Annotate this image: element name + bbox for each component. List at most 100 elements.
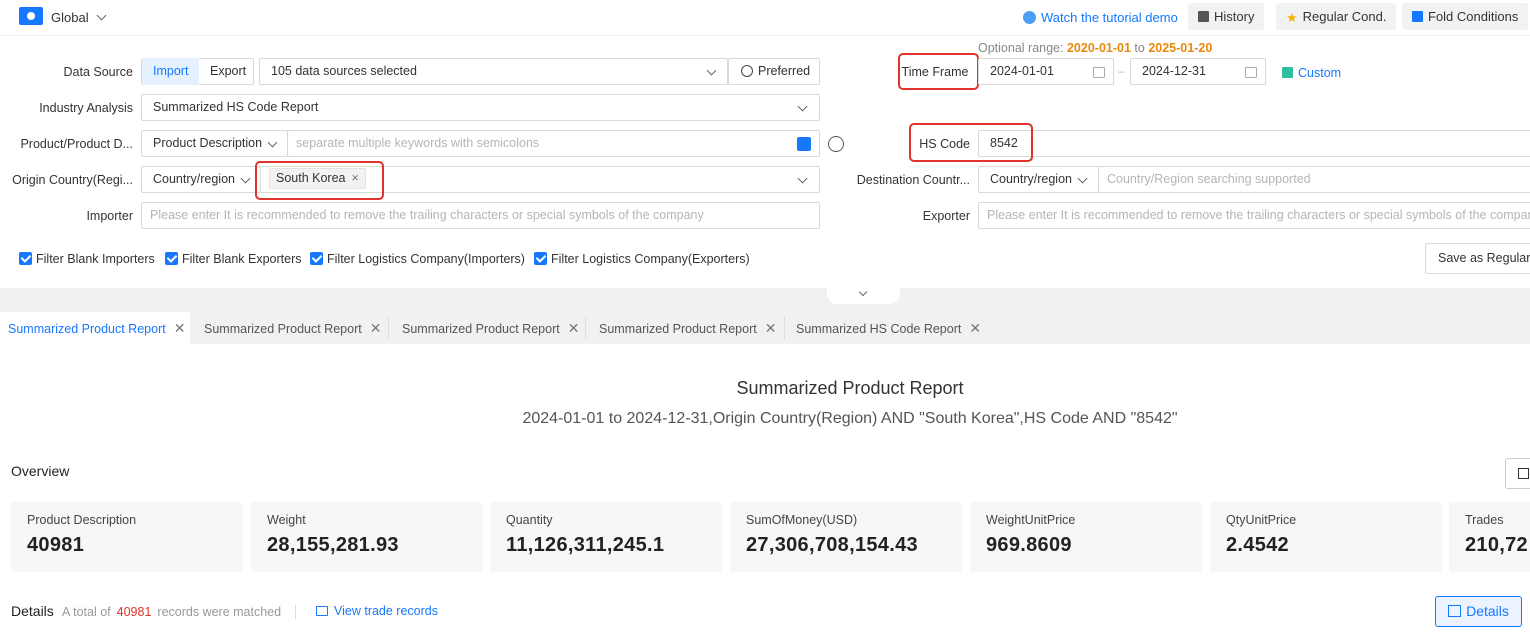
tab-summarized-product-report-1[interactable]: Summarized Product Report ✕ (0, 312, 190, 344)
date-separator: – (1118, 64, 1125, 78)
history-label: History (1214, 9, 1255, 24)
translate-icon[interactable] (797, 137, 811, 151)
layout-toggle-button[interactable] (1505, 458, 1530, 489)
destination-country-input[interactable]: Country/Region searching supported (1098, 166, 1530, 193)
industry-select[interactable]: Summarized HS Code Report (141, 94, 820, 121)
stat-value: 210,72 (1465, 534, 1528, 556)
industry-label: Industry Analysis (39, 101, 133, 115)
origin-type-select[interactable]: Country/region (141, 166, 261, 193)
globe-icon[interactable] (19, 7, 43, 25)
destination-label: Destination Countr... (856, 173, 970, 187)
stat-card-product-description: Product Description 40981 (11, 502, 243, 572)
filter-logistics-exporters-checkbox[interactable]: Filter Logistics Company(Exporters) (534, 252, 750, 266)
list-icon[interactable] (828, 136, 844, 152)
import-export-toggle: Import Export (141, 58, 254, 85)
tab-summarized-product-report-2[interactable]: Summarized Product Report ✕ (196, 312, 386, 344)
tab-label: Summarized Product Report (402, 322, 560, 336)
top-bar: Global Watch the tutorial demo History ★… (0, 0, 1530, 36)
tab-divider (388, 316, 389, 340)
custom-link[interactable]: Custom (1282, 66, 1341, 80)
preferred-button[interactable]: Preferred (728, 58, 820, 85)
calendar-icon (1093, 67, 1105, 78)
export-toggle[interactable]: Export (199, 58, 257, 85)
hs-code-input[interactable]: 8542 (978, 130, 1530, 157)
optional-range: Optional range: 2020-01-01 to 2025-01-20 (978, 41, 1212, 55)
destination-type-select[interactable]: Country/region (978, 166, 1099, 193)
tab-label: Summarized Product Report (8, 322, 166, 336)
watch-tutorial-link[interactable]: Watch the tutorial demo (1023, 10, 1178, 25)
tab-summarized-hs-code-report[interactable]: Summarized HS Code Report ✕ (788, 312, 982, 344)
date-end-value: 2024-12-31 (1142, 64, 1206, 78)
chevron-down-icon (267, 137, 278, 148)
industry-value: Summarized HS Code Report (153, 100, 319, 114)
scope-label: Global (51, 10, 89, 25)
divider (295, 605, 296, 619)
optional-range-label: Optional range: (978, 41, 1064, 55)
view-records-label: View trade records (334, 604, 438, 618)
close-icon[interactable]: ✕ (969, 312, 981, 344)
data-sources-select[interactable]: 105 data sources selected (259, 58, 728, 85)
stat-card-weight-unit-price: WeightUnitPrice 969.8609 (970, 502, 1202, 572)
origin-type-value: Country/region (153, 172, 235, 186)
checkbox-checked-icon (165, 252, 178, 265)
filter-label: Filter Blank Exporters (182, 252, 302, 266)
star-icon: ★ (1286, 10, 1298, 25)
filter-blank-exporters-checkbox[interactable]: Filter Blank Exporters (165, 252, 301, 266)
regular-conditions-button[interactable]: ★ Regular Cond. (1276, 3, 1397, 30)
importer-placeholder: Please enter It is recommended to remove… (150, 208, 704, 222)
data-source-label: Data Source (63, 65, 133, 79)
close-icon[interactable]: ✕ (568, 312, 580, 344)
total-count: 40981 (116, 605, 152, 619)
checkbox-checked-icon (310, 252, 323, 265)
origin-label: Origin Country(Regi... (12, 173, 133, 187)
total-suffix: records were matched (157, 605, 282, 619)
close-icon[interactable]: ✕ (370, 312, 382, 344)
stat-value: 2.4542 (1226, 534, 1289, 556)
filter-label: Filter Blank Importers (36, 252, 155, 266)
close-icon[interactable]: ✕ (174, 312, 186, 344)
close-icon[interactable]: ✕ (765, 312, 777, 344)
filter-blank-importers-checkbox[interactable]: Filter Blank Importers (19, 252, 155, 266)
filter-logistics-importers-checkbox[interactable]: Filter Logistics Company(Importers) (310, 252, 525, 266)
custom-label: Custom (1298, 66, 1342, 80)
view-trade-records-link[interactable]: View trade records (316, 604, 438, 618)
product-placeholder: separate multiple keywords with semicolo… (296, 136, 540, 150)
highlight-hs-code (909, 123, 1033, 162)
details-button[interactable]: Details (1435, 596, 1522, 627)
details-button-label: Details (1466, 603, 1509, 619)
tab-summarized-product-report-4[interactable]: Summarized Product Report ✕ (591, 312, 783, 344)
product-label: Product/Product D... (20, 137, 133, 151)
fold-icon (1412, 11, 1423, 22)
exporter-label: Exporter (922, 209, 970, 223)
checkbox-checked-icon (19, 252, 32, 265)
highlight-time-frame (898, 53, 979, 90)
tab-summarized-product-report-3[interactable]: Summarized Product Report ✕ (394, 312, 584, 344)
product-type-select[interactable]: Product Description (141, 130, 288, 157)
collapse-toggle[interactable] (827, 287, 900, 304)
tab-divider (784, 316, 785, 340)
stat-label: QtyUnitPrice (1226, 513, 1297, 527)
importer-input[interactable]: Please enter It is recommended to remove… (141, 202, 820, 229)
data-sources-value: 105 data sources selected (271, 64, 417, 78)
exporter-placeholder: Please enter It is recommended to remove… (987, 208, 1530, 222)
tab-label: Summarized Product Report (599, 322, 757, 336)
chevron-down-icon (858, 287, 868, 297)
date-end-input[interactable]: 2024-12-31 (1130, 58, 1266, 85)
product-keywords-input[interactable]: separate multiple keywords with semicolo… (287, 130, 820, 157)
date-start-input[interactable]: 2024-01-01 (978, 58, 1114, 85)
calendar-icon (1245, 67, 1257, 78)
stat-value: 27,306,708,154.43 (746, 534, 918, 556)
destination-type-value: Country/region (990, 172, 1072, 186)
destination-placeholder: Country/Region searching supported (1107, 172, 1311, 186)
exporter-input[interactable]: Please enter It is recommended to remove… (978, 202, 1530, 229)
scope-selector[interactable]: Global (51, 10, 107, 25)
chevron-down-icon (240, 173, 251, 184)
optional-range-from: 2020-01-01 (1066, 41, 1131, 55)
video-icon (1023, 11, 1036, 24)
history-button[interactable]: History (1188, 3, 1265, 30)
fold-conditions-button[interactable]: Fold Conditions (1402, 3, 1529, 30)
import-toggle[interactable]: Import (142, 58, 200, 85)
fold-label: Fold Conditions (1428, 9, 1519, 24)
save-as-regular-button[interactable]: Save as Regular (1425, 243, 1530, 274)
tab-label: Summarized Product Report (204, 322, 362, 336)
